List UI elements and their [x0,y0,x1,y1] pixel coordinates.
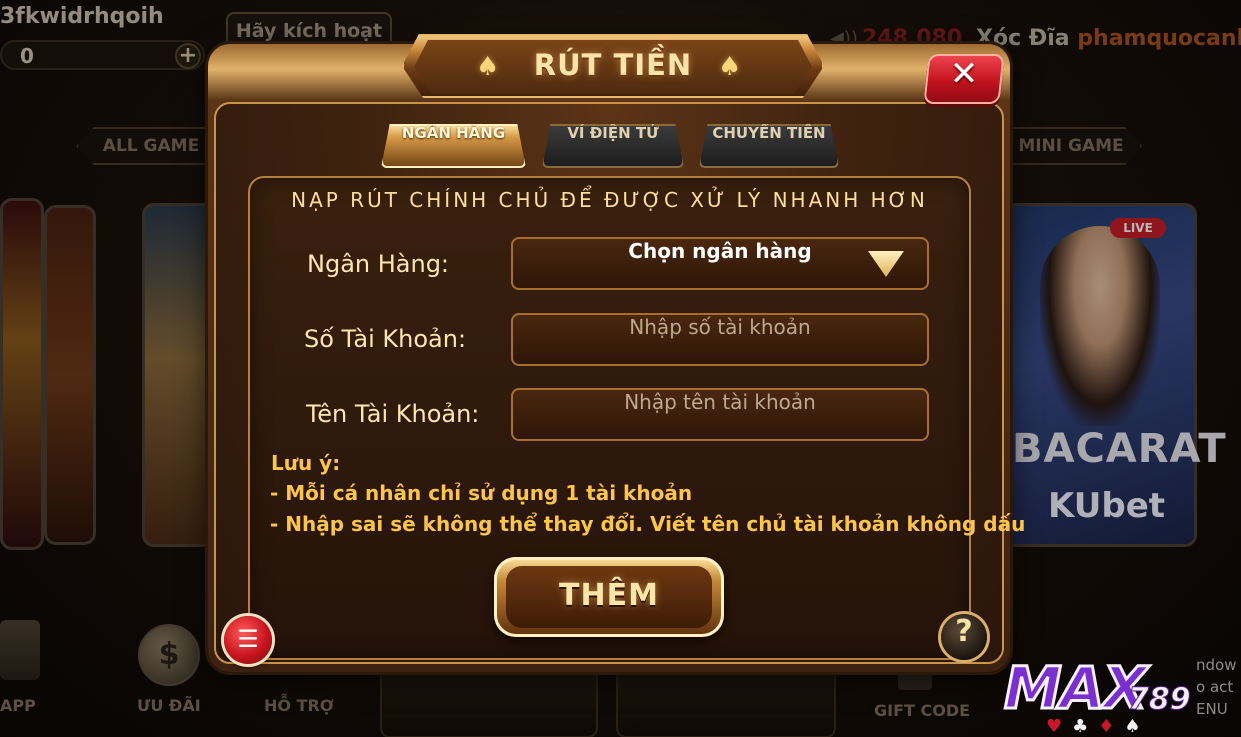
bank-label: Ngân Hàng: [307,250,450,278]
add-button-label[interactable]: THÊM [494,578,724,613]
watermark-line: ndow [1196,656,1237,674]
os-watermark: ndow o act ENU [1196,654,1236,720]
note-line: - Mỗi cá nhân chỉ sử dụng 1 tài khoản [270,481,693,505]
spade-icon: ♠ [1124,716,1141,737]
account-number-label: Số Tài Khoản: [304,325,467,353]
account-name-label: Tên Tài Khoản: [306,400,480,428]
help-icon[interactable]: ? [941,614,987,660]
history-icon[interactable]: ☰ [224,616,272,664]
close-icon[interactable]: ✕ [926,54,1002,104]
watermark-line: ENU [1196,700,1228,718]
logo-number: 789 [1128,682,1192,718]
note-line: - Nhập sai sẽ không thể thay đổi. Viết t… [270,512,1026,536]
account-name-input[interactable]: Nhập tên tài khoản [511,388,929,441]
logo-word: MAX [1002,653,1148,724]
tab-e-wallet[interactable]: VÍ ĐIỆN TỬ [542,124,684,168]
logo-suits: ♥ ♣ ♦ ♠ [1046,716,1141,737]
watermark-line: o act [1196,678,1234,696]
heart-icon: ♥ [1046,716,1063,737]
spade-icon: ♠ [476,52,500,82]
spade-icon: ♠ [718,52,742,82]
tab-transfer[interactable]: CHUYỂN TIỀN [699,124,839,168]
club-icon: ♣ [1072,716,1089,737]
tab-bank[interactable]: NGÂN HÀNG [381,124,526,168]
dialog-title: RÚT TIỀN [533,48,693,82]
diamond-icon: ♦ [1098,716,1115,737]
bank-select[interactable]: Chọn ngân hàng [511,237,929,290]
account-number-input[interactable]: Nhập số tài khoản [511,313,929,366]
note-title: Lưu ý: [271,451,341,475]
notice-text: NẠP RÚT CHÍNH CHỦ ĐỂ ĐƯỢC XỬ LÝ NHANH HƠ… [291,188,928,212]
